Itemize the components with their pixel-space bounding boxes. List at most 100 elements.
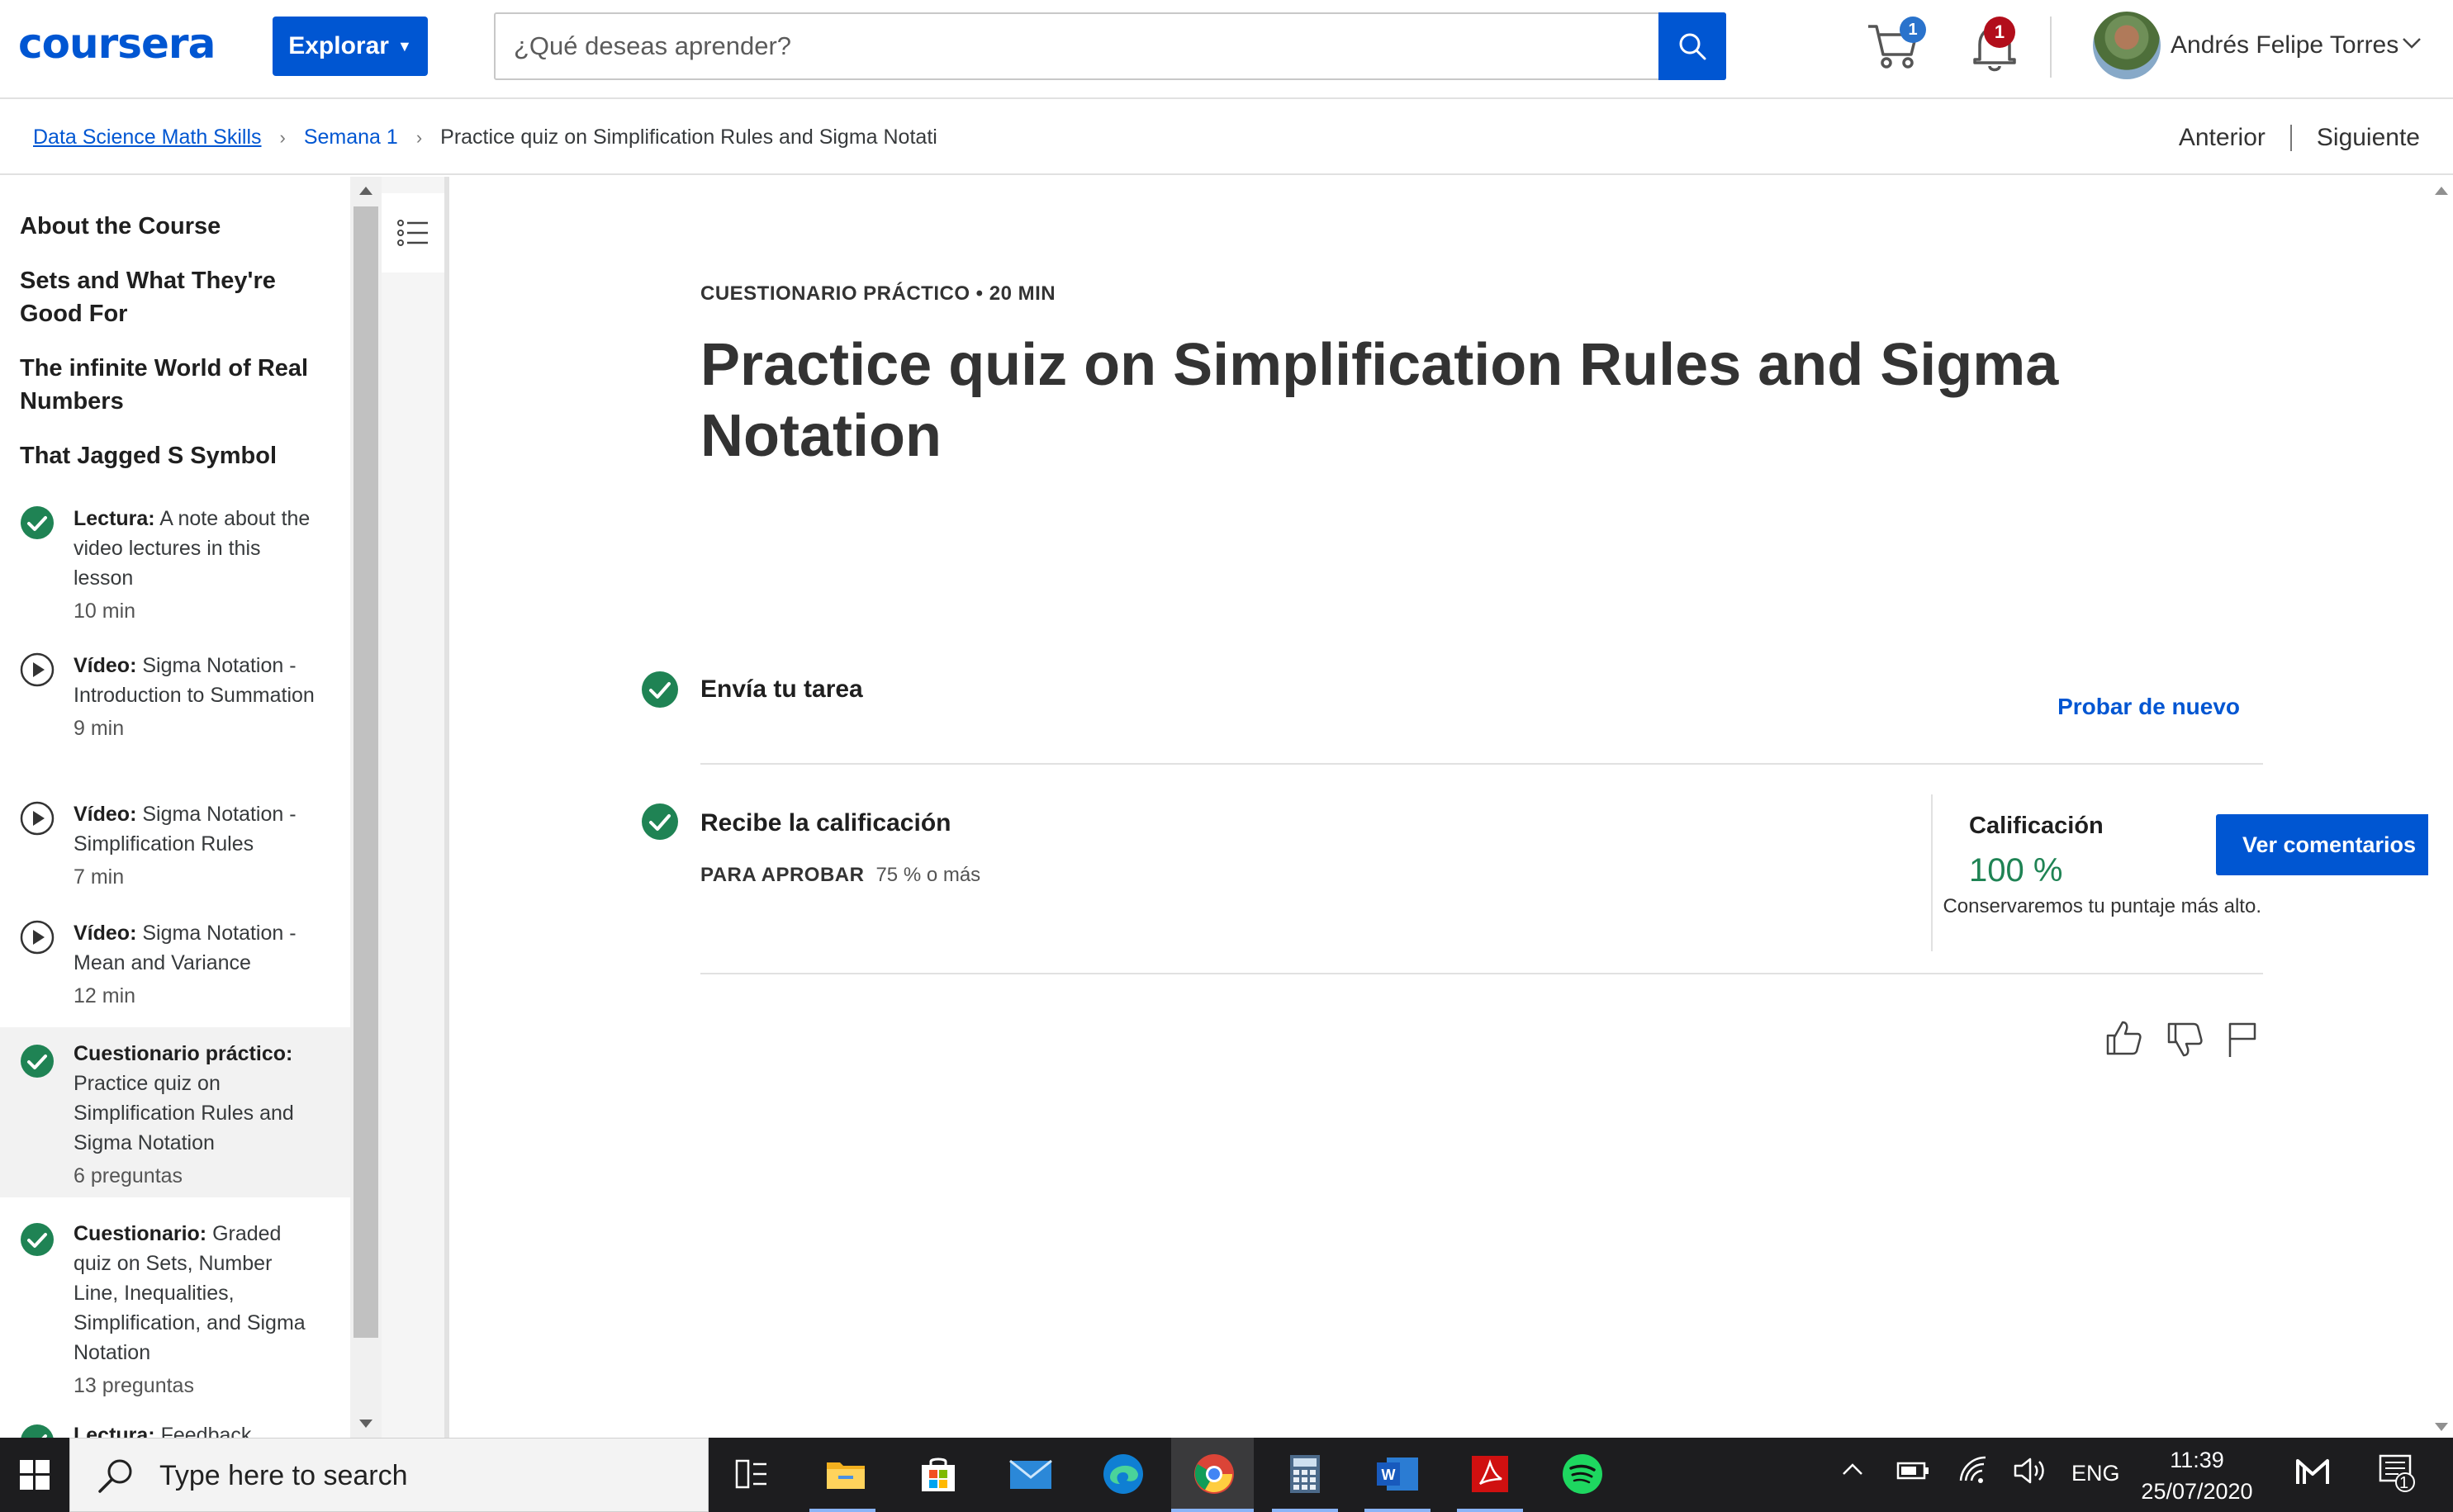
input-language[interactable]: ENG bbox=[2071, 1461, 2120, 1486]
volume-icon[interactable] bbox=[2012, 1456, 2047, 1491]
scroll-down-arrow-icon[interactable] bbox=[359, 1420, 372, 1428]
thumbs-down-icon[interactable] bbox=[2164, 1019, 2205, 1060]
flag-icon[interactable] bbox=[2222, 1019, 2263, 1060]
taskbar-search-placeholder: Type here to search bbox=[159, 1460, 408, 1491]
chevron-down-icon: ▼ bbox=[396, 37, 412, 55]
next-button[interactable]: Siguiente bbox=[2317, 124, 2420, 152]
breadcrumb-course-link[interactable]: Data Science Math Skills bbox=[33, 126, 262, 149]
item-type: Cuestionario práctico: bbox=[74, 1042, 293, 1065]
thumbs-up-icon[interactable] bbox=[2103, 1017, 2144, 1059]
clock-date: 25/07/2020 bbox=[2141, 1479, 2253, 1504]
search-bar bbox=[494, 12, 1726, 80]
header-divider bbox=[2050, 17, 2052, 78]
running-indicator bbox=[809, 1509, 875, 1512]
item-type: Vídeo: bbox=[74, 654, 137, 677]
start-button[interactable] bbox=[0, 1438, 69, 1512]
cart-count-badge: 1 bbox=[1900, 17, 1926, 43]
spotify-icon[interactable] bbox=[1558, 1449, 1607, 1499]
view-feedback-button[interactable]: Ver comentarios bbox=[2216, 814, 2442, 875]
chevron-down-icon[interactable] bbox=[2402, 36, 2422, 54]
passing-requirement: PARA APROBAR 75 % o más bbox=[700, 864, 980, 887]
taskbar-search[interactable]: Type here to search bbox=[69, 1438, 709, 1512]
breadcrumb-current: Practice quiz on Simplification Rules an… bbox=[440, 126, 937, 149]
sidebar-item-active[interactable]: Cuestionario práctico: Practice quiz on … bbox=[0, 1027, 350, 1197]
word-icon[interactable]: W bbox=[1373, 1449, 1422, 1499]
task-view-icon[interactable] bbox=[727, 1449, 776, 1499]
item-kicker: CUESTIONARIO PRÁCTICO • 20 MIN bbox=[700, 282, 1056, 305]
sidebar-lesson-heading[interactable]: The infinite World of Real Numbers bbox=[20, 352, 317, 418]
scroll-up-arrow-icon[interactable] bbox=[2435, 187, 2448, 195]
coursera-logo[interactable]: coursera bbox=[18, 20, 216, 68]
grade-label: Calificación bbox=[1969, 813, 2104, 839]
breadcrumb-week-link[interactable]: Semana 1 bbox=[304, 126, 398, 149]
windows-taskbar: Type here to search W ENG 11:39 25/07/20… bbox=[0, 1438, 2453, 1512]
page-scrollbar[interactable] bbox=[2428, 177, 2453, 1438]
item-question-count: 13 preguntas bbox=[74, 1374, 194, 1397]
running-indicator bbox=[1364, 1509, 1431, 1512]
sidebar-item[interactable]: Vídeo: Sigma Notation - Simplification R… bbox=[0, 788, 350, 907]
check-circle-icon bbox=[642, 803, 678, 840]
sidebar-item[interactable]: Lectura: Feedback bbox=[0, 1412, 350, 1438]
list-icon bbox=[397, 220, 428, 246]
file-explorer-icon[interactable] bbox=[821, 1449, 871, 1499]
item-type: Lectura: bbox=[74, 1424, 155, 1438]
pass-value: 75 % o más bbox=[875, 864, 981, 886]
scroll-up-arrow-icon[interactable] bbox=[359, 187, 372, 195]
grade-step: Recibe la calificación PARA APROBAR 75 % … bbox=[641, 794, 2442, 951]
item-duration: 10 min bbox=[74, 600, 136, 623]
scrollbar-thumb[interactable] bbox=[353, 206, 378, 1338]
sidebar-item[interactable]: Vídeo: Sigma Notation - Mean and Varianc… bbox=[0, 907, 350, 1026]
chevron-right-icon: › bbox=[415, 126, 423, 148]
toggle-outline-button[interactable] bbox=[382, 193, 444, 273]
notifications-count-badge: 1 bbox=[1984, 17, 2015, 48]
check-circle-icon bbox=[21, 1424, 54, 1438]
check-circle-icon bbox=[21, 1223, 54, 1256]
sidebar-lesson-heading[interactable]: About the Course bbox=[20, 210, 317, 243]
grade-step-label: Recibe la calificación bbox=[700, 809, 951, 837]
action-center-icon[interactable] bbox=[2379, 1454, 2415, 1498]
explore-button[interactable]: Explorar ▼ bbox=[273, 17, 428, 76]
sidebar-lesson-heading[interactable]: That Jagged S Symbol bbox=[20, 439, 317, 472]
windows-logo-icon bbox=[20, 1460, 50, 1490]
check-circle-icon bbox=[21, 506, 54, 539]
battery-icon[interactable] bbox=[1896, 1461, 1929, 1486]
grade-value: 100 % bbox=[1969, 852, 2063, 889]
mail-tray-icon[interactable] bbox=[2294, 1456, 2331, 1495]
outline-column bbox=[382, 177, 449, 1438]
item-type: Vídeo: bbox=[74, 922, 137, 945]
user-name[interactable]: Andrés Felipe Torres bbox=[2171, 31, 2398, 59]
running-indicator bbox=[1272, 1509, 1338, 1512]
check-circle-icon bbox=[21, 1045, 54, 1078]
item-navigation: Anterior Siguiente bbox=[2179, 124, 2420, 152]
chevron-up-icon[interactable] bbox=[1840, 1457, 1865, 1488]
search-button[interactable] bbox=[1658, 12, 1726, 80]
mail-icon[interactable] bbox=[1006, 1449, 1056, 1499]
nav-divider bbox=[2289, 125, 2292, 151]
sidebar-scrollbar[interactable] bbox=[350, 177, 382, 1438]
search-input[interactable] bbox=[496, 14, 1660, 78]
chrome-icon[interactable] bbox=[1189, 1449, 1239, 1499]
item-question-count: 6 preguntas bbox=[74, 1164, 183, 1187]
play-circle-icon bbox=[20, 652, 55, 687]
sidebar-item[interactable]: Vídeo: Sigma Notation - Introduction to … bbox=[0, 639, 350, 788]
edge-browser-icon[interactable] bbox=[1098, 1449, 1148, 1499]
acrobat-reader-icon[interactable] bbox=[1465, 1449, 1515, 1499]
running-indicator bbox=[1171, 1509, 1254, 1512]
wifi-icon[interactable] bbox=[1957, 1456, 1990, 1491]
taskbar-clock[interactable]: 11:39 25/07/2020 bbox=[2131, 1444, 2263, 1507]
microsoft-store-icon[interactable] bbox=[913, 1449, 963, 1499]
svg-text:W: W bbox=[1382, 1467, 1396, 1483]
retry-button[interactable]: Probar de nuevo bbox=[2057, 694, 2240, 720]
play-circle-icon bbox=[20, 801, 55, 836]
previous-button[interactable]: Anterior bbox=[2179, 124, 2266, 152]
action-center-count: 1 bbox=[2399, 1474, 2409, 1492]
scroll-down-arrow-icon[interactable] bbox=[2435, 1423, 2448, 1431]
calculator-icon[interactable] bbox=[1280, 1449, 1330, 1499]
item-duration: 7 min bbox=[74, 865, 125, 889]
keep-highest-note: Conservaremos tu puntaje más alto. bbox=[1943, 895, 2261, 917]
sidebar-item[interactable]: Cuestionario: Graded quiz on Sets, Numbe… bbox=[0, 1206, 350, 1404]
sidebar-lesson-heading[interactable]: Sets and What They're Good For bbox=[20, 264, 317, 330]
top-navigation-bar: coursera Explorar ▼ 1 1 Andrés Felipe To… bbox=[0, 0, 2453, 99]
user-avatar[interactable] bbox=[2093, 12, 2161, 79]
sidebar-item[interactable]: Lectura: A note about the video lectures… bbox=[0, 489, 350, 631]
